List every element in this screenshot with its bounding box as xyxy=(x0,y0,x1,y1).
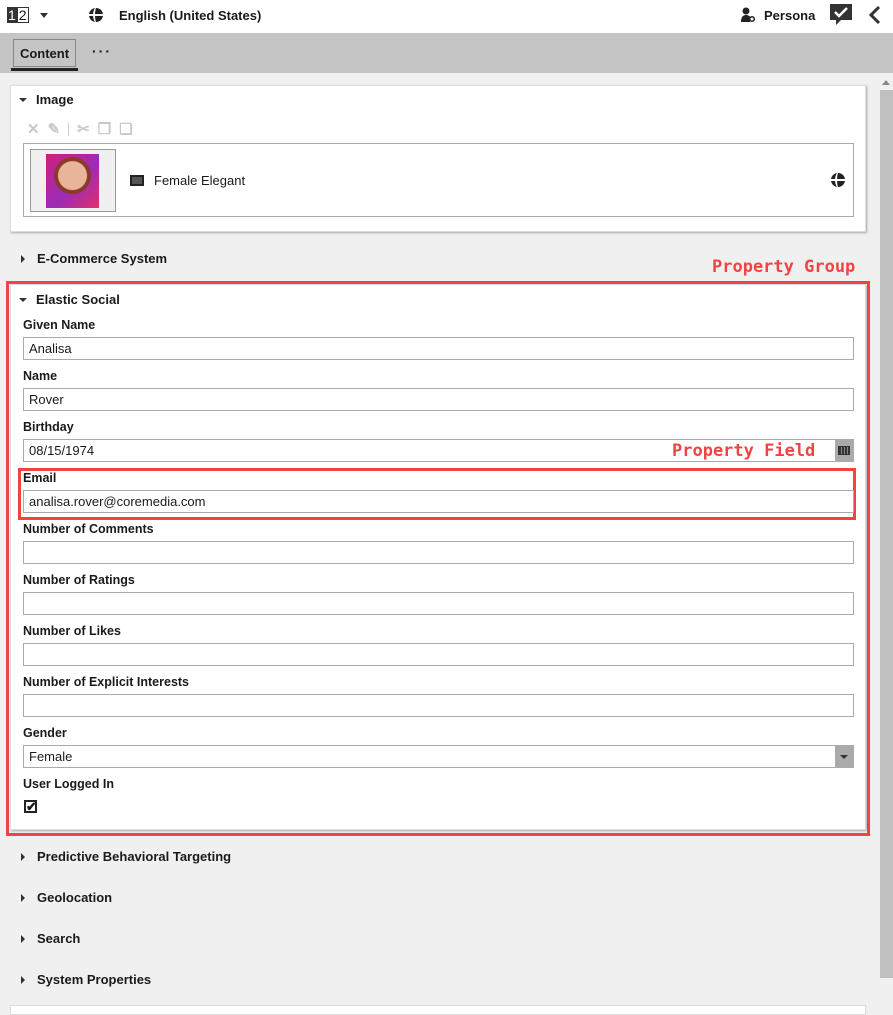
ratings-count-input[interactable] xyxy=(23,592,854,615)
section-title: E-Commerce System xyxy=(37,251,168,266)
section-header-system-properties[interactable]: System Properties xyxy=(19,972,151,987)
scroll-up-arrow-icon[interactable] xyxy=(882,80,890,85)
chevron-left-icon[interactable] xyxy=(868,0,882,30)
annotation-property-field: Property Field xyxy=(672,441,816,461)
globe-icon xyxy=(89,0,103,30)
version-second: 2 xyxy=(16,7,29,23)
section-header-ecommerce[interactable]: E-Commerce System xyxy=(19,251,167,266)
remove-icon[interactable]: ✕ xyxy=(27,120,40,138)
collapse-triangle-icon xyxy=(19,297,27,302)
section-header-elastic-social[interactable]: Elastic Social xyxy=(19,292,120,307)
section-header-geolocation[interactable]: Geolocation xyxy=(19,890,112,905)
chevron-down-icon[interactable] xyxy=(40,0,48,30)
globe-icon xyxy=(831,173,845,192)
chevron-down-icon xyxy=(840,754,848,759)
field-label-gender: Gender xyxy=(23,726,67,740)
comments-count-input[interactable] xyxy=(23,541,854,564)
next-panel-edge xyxy=(10,1005,866,1015)
expand-triangle-icon xyxy=(21,975,25,984)
annotation-property-group: Property Group xyxy=(712,257,856,277)
field-label-ratings: Number of Ratings xyxy=(23,573,135,587)
dropdown-button[interactable] xyxy=(835,746,853,767)
top-bar: 12 English (United States) Persona xyxy=(0,0,893,33)
section-header-image[interactable]: Image xyxy=(19,92,74,107)
section-title: Geolocation xyxy=(37,890,113,905)
field-label-given-name: Given Name xyxy=(23,318,96,332)
user-logged-in-checkbox[interactable]: ✔ xyxy=(24,800,37,813)
calendar-button[interactable] xyxy=(835,440,853,461)
likes-count-input[interactable] xyxy=(23,643,854,666)
toolbar-separator xyxy=(68,122,70,136)
comment-check-icon[interactable] xyxy=(829,0,853,30)
more-tabs-button[interactable]: ··· xyxy=(92,43,112,59)
gender-value: Female xyxy=(29,749,73,764)
edit-icon[interactable]: ✎ xyxy=(48,120,61,138)
tab-active-indicator xyxy=(11,68,78,71)
explicit-interests-input[interactable] xyxy=(23,694,854,717)
language-selector[interactable]: English (United States) xyxy=(119,0,261,30)
section-title: System Properties xyxy=(37,972,152,987)
field-label-email: Email xyxy=(23,471,57,485)
field-label-likes: Number of Likes xyxy=(23,624,121,638)
scrollbar-thumb[interactable] xyxy=(880,90,893,978)
paste-icon[interactable]: ❏ xyxy=(119,120,132,138)
given-name-input[interactable]: Analisa xyxy=(23,337,854,360)
image-link-list: Female Elegant xyxy=(23,143,854,217)
field-label-interests: Number of Explicit Interests xyxy=(23,675,190,689)
collapse-triangle-icon xyxy=(19,97,27,102)
birthday-value: 08/15/1974 xyxy=(29,443,95,458)
section-title: Search xyxy=(37,931,81,946)
section-header-predictive-targeting[interactable]: Predictive Behavioral Targeting xyxy=(19,849,231,864)
section-title: Image xyxy=(36,92,74,107)
name-input[interactable]: Rover xyxy=(23,388,854,411)
thumbnail-frame[interactable] xyxy=(30,149,116,212)
expand-triangle-icon xyxy=(21,852,25,861)
expand-triangle-icon xyxy=(21,254,25,263)
linked-item-label[interactable]: Female Elegant xyxy=(154,173,245,188)
image-toolbar: ✕ ✎ ✂ ❐ ❏ xyxy=(27,120,133,138)
expand-triangle-icon xyxy=(21,893,25,902)
calendar-icon xyxy=(838,446,850,455)
section-title: Elastic Social xyxy=(36,292,120,307)
tab-content[interactable]: Content xyxy=(13,39,76,67)
email-input[interactable]: analisa.rover@coremedia.com xyxy=(23,490,854,513)
copy-icon[interactable]: ❐ xyxy=(98,120,111,138)
field-label-name: Name xyxy=(23,369,58,383)
section-title: Predictive Behavioral Targeting xyxy=(37,849,232,864)
version-icon[interactable]: 12 xyxy=(7,0,29,30)
thumbnail-image xyxy=(46,154,99,208)
persona-button[interactable]: Persona xyxy=(764,0,815,30)
picture-icon xyxy=(130,175,144,186)
expand-triangle-icon xyxy=(21,934,25,943)
version-first: 1 xyxy=(7,7,17,23)
field-label-user-logged-in: User Logged In xyxy=(23,777,114,791)
cut-icon[interactable]: ✂ xyxy=(77,120,90,138)
tab-bar: Content ··· xyxy=(0,33,893,73)
section-header-search[interactable]: Search xyxy=(19,931,80,946)
field-label-birthday: Birthday xyxy=(23,420,74,434)
persona-icon xyxy=(741,0,755,30)
gender-select[interactable]: Female xyxy=(23,745,854,768)
field-label-comments: Number of Comments xyxy=(23,522,154,536)
